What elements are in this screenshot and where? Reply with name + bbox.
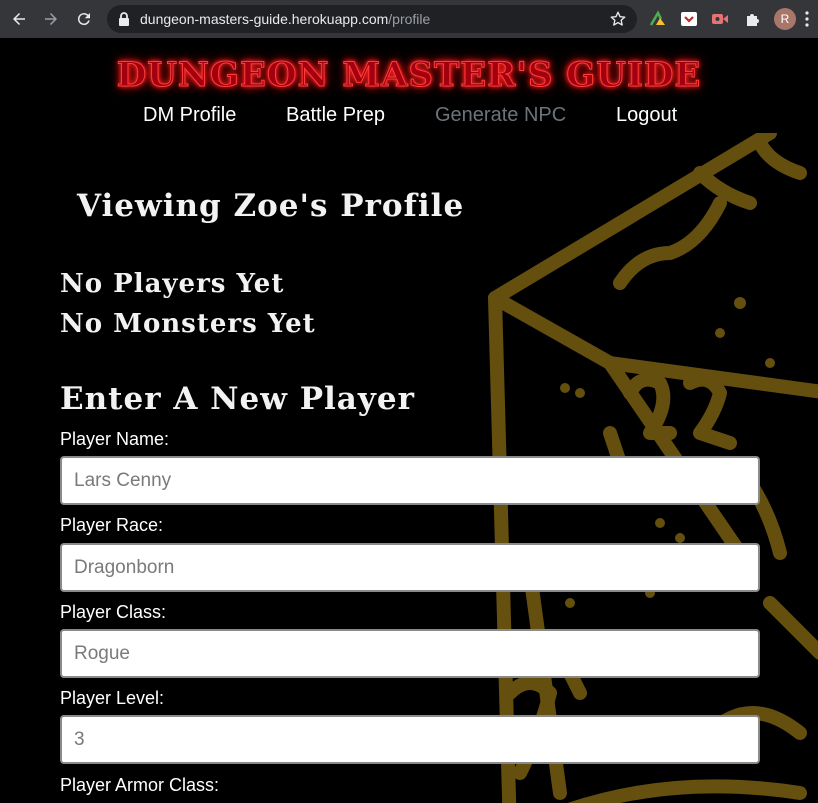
players-status: No Players Yet — [60, 269, 285, 299]
site-title: DUNGEON MASTER'S GUIDE — [116, 55, 702, 96]
extension-pocket-icon[interactable] — [679, 9, 699, 29]
page: DUNGEON MASTER'S GUIDE DM Profile Battle… — [0, 38, 818, 803]
main-nav: DM Profile Battle Prep Generate NPC Logo… — [0, 104, 818, 130]
player-race-label: Player Race: — [60, 515, 164, 535]
nav-dm-profile[interactable]: DM Profile — [143, 104, 236, 127]
monsters-status: No Monsters Yet — [60, 309, 316, 339]
player-race-input[interactable] — [60, 543, 760, 592]
address-bar[interactable]: dungeon-masters-guide.herokuapp.com/prof… — [107, 5, 637, 33]
reload-icon[interactable] — [73, 8, 95, 30]
player-level-label: Player Level: — [60, 688, 165, 708]
extension-arrow-icon[interactable] — [648, 9, 668, 29]
menu-dots-icon[interactable] — [804, 10, 810, 28]
extension-record-icon[interactable] — [710, 9, 730, 29]
player-class-input[interactable] — [60, 629, 760, 678]
avatar[interactable]: R — [774, 8, 796, 30]
browser-toolbar: dungeon-masters-guide.herokuapp.com/prof… — [0, 0, 818, 38]
new-player-heading: Enter A New Player — [60, 381, 415, 417]
forward-icon[interactable] — [40, 8, 62, 30]
lock-icon — [119, 12, 129, 26]
nav-battle-prep[interactable]: Battle Prep — [286, 104, 385, 127]
back-icon[interactable] — [8, 8, 30, 30]
nav-logout[interactable]: Logout — [616, 104, 677, 127]
player-armor-class-label: Player Armor Class: — [60, 775, 220, 795]
player-level-input[interactable] — [60, 715, 760, 764]
player-name-input[interactable] — [60, 456, 760, 505]
extensions-puzzle-icon[interactable] — [743, 9, 763, 29]
bookmark-star-icon[interactable] — [609, 10, 627, 28]
player-class-label: Player Class: — [60, 602, 167, 622]
nav-generate-npc[interactable]: Generate NPC — [435, 104, 566, 127]
profile-heading: Viewing Zoe's Profile — [77, 188, 465, 224]
url-text: dungeon-masters-guide.herokuapp.com/prof… — [140, 11, 431, 27]
player-name-label: Player Name: — [60, 429, 170, 449]
